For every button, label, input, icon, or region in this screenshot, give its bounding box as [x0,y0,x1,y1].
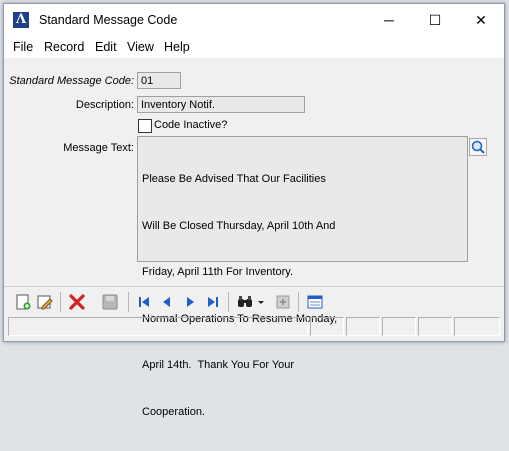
menu-view[interactable]: View [127,40,154,54]
layout-icon[interactable] [306,293,324,311]
status-bar [4,316,504,338]
first-record-icon[interactable] [135,293,153,311]
toolbar-separator [128,292,129,312]
window-title: Standard Message Code [39,13,178,27]
find-dropdown-icon[interactable] [256,293,266,311]
code-inactive-label: Code Inactive? [154,119,228,131]
title-bar: Λ Standard Message Code ─ ☐ ✕ [4,4,504,36]
code-field[interactable]: 01 [137,72,181,89]
description-field[interactable]: Inventory Notif. [137,96,305,113]
status-pane [454,317,500,336]
message-line: Will Be Closed Thursday, April 10th And [142,219,336,232]
last-record-icon[interactable] [204,293,222,311]
app-logo-icon: Λ [13,12,29,28]
close-button[interactable]: ✕ [458,4,504,36]
find-icon[interactable] [236,293,254,311]
menu-bar: File Record Edit View Help [4,36,504,58]
code-label: Standard Message Code: [9,75,134,87]
print-icon[interactable] [274,293,292,311]
delete-icon[interactable] [68,293,86,311]
status-pane [418,317,452,336]
message-text-label: Message Text: [63,142,134,154]
toolbar [4,286,504,315]
lookup-button[interactable] [469,138,487,156]
save-icon[interactable] [101,293,119,311]
status-pane-main [8,317,308,336]
status-pane [382,317,416,336]
menu-help[interactable]: Help [164,40,190,54]
message-line: Please Be Advised That Our Facilities [142,173,326,185]
new-record-icon[interactable] [14,293,32,311]
message-line: Friday, April 11th For Inventory. [142,266,294,278]
magnifier-icon [471,140,485,154]
toolbar-separator [228,292,229,312]
message-line: Cooperation. [142,405,205,418]
description-label: Description: [75,99,134,111]
next-record-icon[interactable] [181,293,199,311]
code-inactive-checkbox[interactable] [138,119,152,133]
toolbar-separator [298,292,299,312]
minimize-button[interactable]: ─ [366,4,412,36]
status-pane [310,317,344,336]
message-text-area[interactable]: Please Be Advised That Our Facilities Wi… [137,136,468,418]
form-panel: Standard Message Code: 01 Description: I… [4,58,504,418]
menu-record[interactable]: Record [44,40,84,54]
maximize-button[interactable]: ☐ [412,4,458,36]
status-pane [346,317,380,336]
previous-record-icon[interactable] [158,293,176,311]
message-line: April 14th. Thank You For Your [142,359,295,371]
menu-edit[interactable]: Edit [95,40,117,54]
menu-file[interactable]: File [13,40,33,54]
edit-icon[interactable] [36,293,54,311]
toolbar-separator [60,292,61,312]
app-window: Λ Standard Message Code ─ ☐ ✕ File Recor… [3,3,505,418]
